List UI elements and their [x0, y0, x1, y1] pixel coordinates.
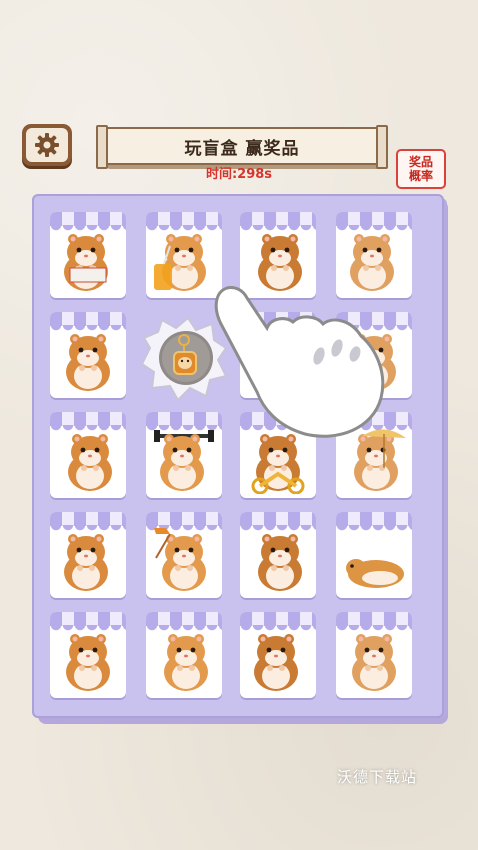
- card-awning: [336, 612, 412, 631]
- hamster-big-cheeks-icon: [254, 634, 298, 691]
- card-awning: [336, 212, 412, 231]
- card-awning: [240, 612, 316, 631]
- card-awning: [146, 612, 222, 631]
- blind-box-card[interactable]: [146, 612, 222, 698]
- prize-probability-button[interactable]: 奖品 概率: [396, 149, 446, 189]
- blind-box-card[interactable]: [50, 612, 126, 698]
- hamster-dancing-icon: [258, 534, 302, 591]
- hamster-lying-icon: [346, 559, 404, 588]
- page-title: 玩盲盒 赢奖品: [184, 138, 300, 159]
- hamster-flag-icon: [154, 528, 206, 591]
- prize-button-label-1: 奖品: [408, 155, 433, 169]
- blind-box-card[interactable]: [240, 612, 316, 698]
- card-awning: [146, 512, 222, 531]
- blind-box-card[interactable]: [146, 512, 222, 598]
- blind-box-card[interactable]: [50, 512, 126, 598]
- blind-box-card[interactable]: [50, 412, 126, 498]
- card-awning: [240, 212, 316, 231]
- card-awning: [50, 312, 126, 331]
- card-awning: [336, 512, 412, 531]
- hamster-waving-icon: [68, 434, 112, 491]
- hamster-with-sign-icon: [64, 234, 108, 291]
- card-awning: [50, 612, 126, 631]
- card-awning: [50, 512, 126, 531]
- card-awning: [50, 212, 126, 231]
- card-awning: [240, 512, 316, 531]
- blind-box-card[interactable]: [336, 512, 412, 598]
- hamster-reading-icon: [64, 534, 108, 591]
- pointing-hand-icon: [214, 286, 385, 438]
- blind-box-card[interactable]: [240, 512, 316, 598]
- blind-box-card[interactable]: [50, 312, 126, 398]
- hamster-laughing-icon: [164, 634, 208, 691]
- settings-button[interactable]: [22, 124, 72, 166]
- hamster-holding-paws-icon: [352, 634, 396, 691]
- card-awning: [146, 212, 222, 231]
- blind-box-card[interactable]: [50, 212, 126, 298]
- gear-icon: [35, 133, 59, 157]
- hamster-round-icon: [66, 634, 110, 691]
- card-awning: [50, 412, 126, 431]
- watermark: 沃德下载站: [337, 768, 418, 786]
- hamster-in-cup-icon: [66, 334, 110, 391]
- title-banner: 玩盲盒 赢奖品: [96, 125, 388, 169]
- blind-box-card[interactable]: [336, 612, 412, 698]
- prize-button-label-2: 概率: [408, 169, 433, 183]
